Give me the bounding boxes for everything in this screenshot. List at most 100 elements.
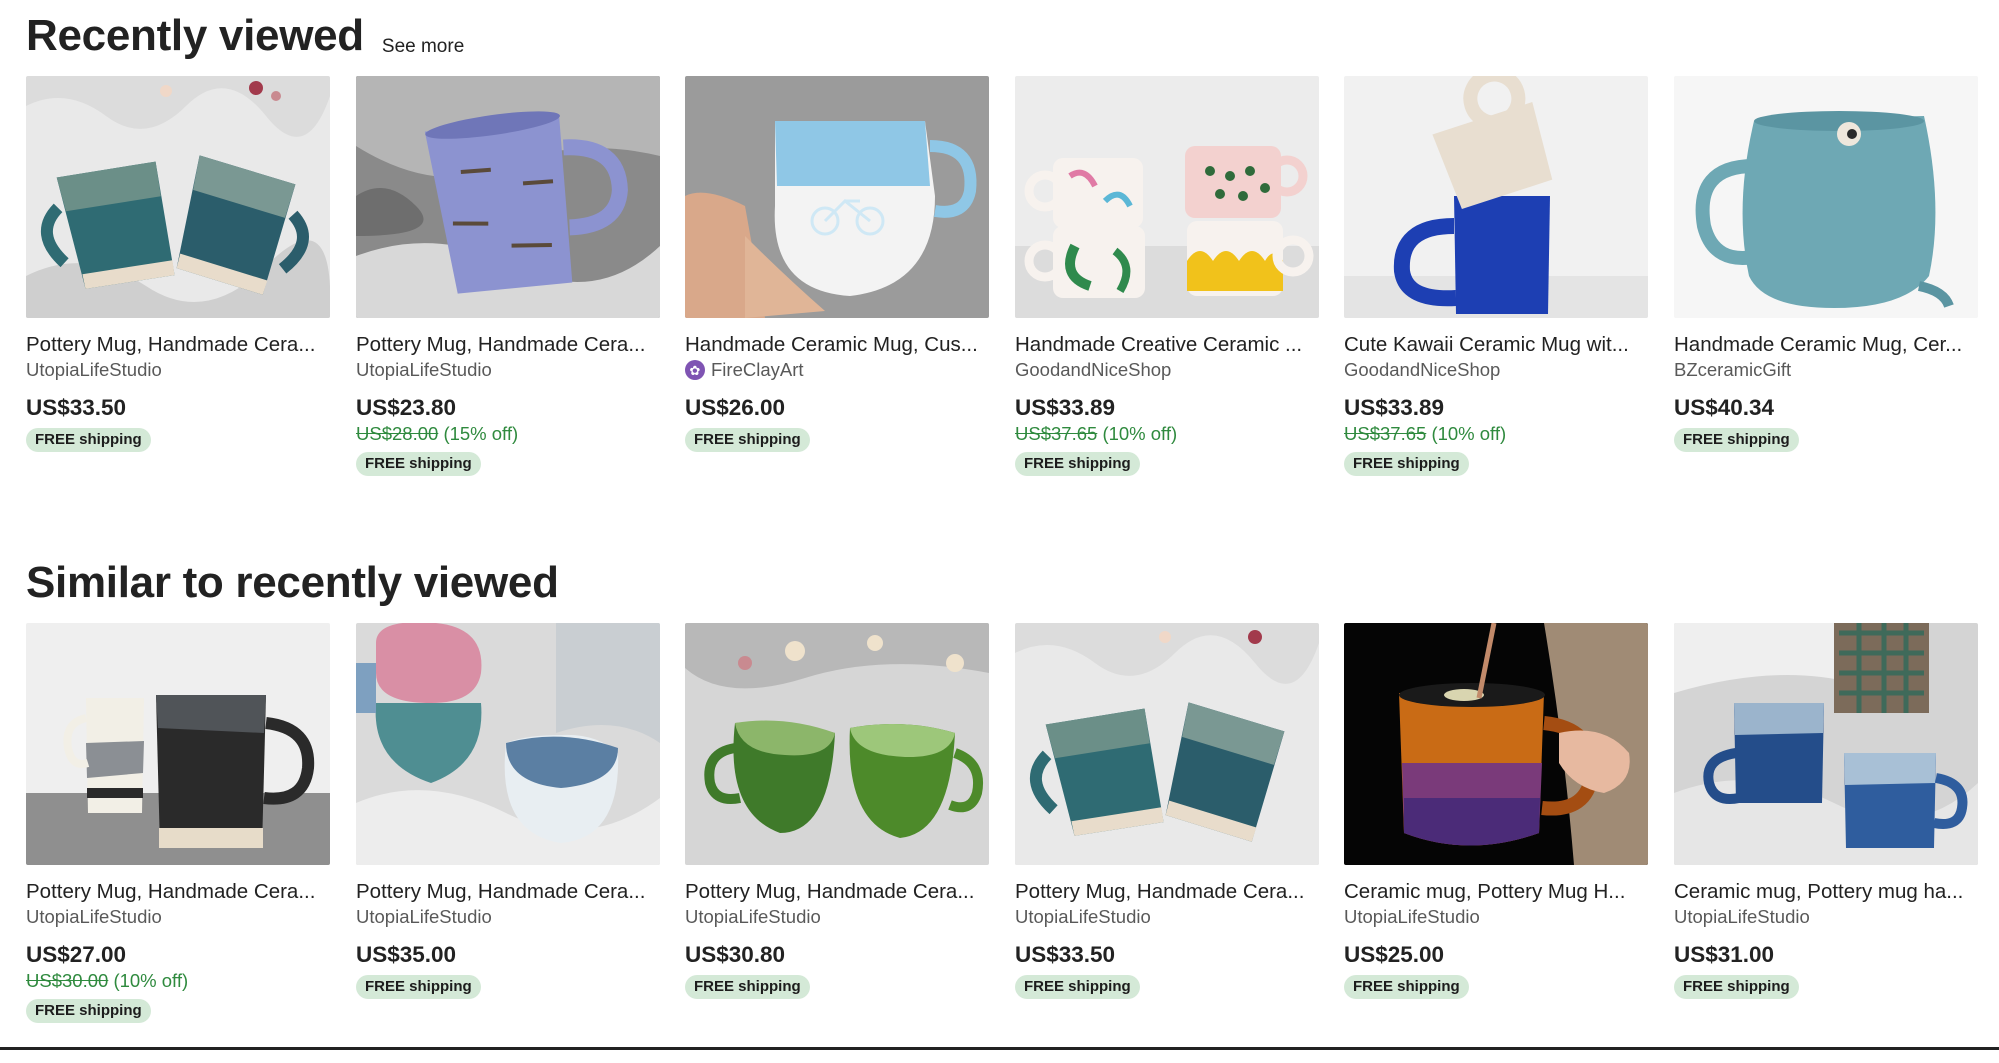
free-shipping-badge: FREE shipping bbox=[1344, 452, 1469, 476]
mug-photo bbox=[685, 76, 989, 318]
product-price: US$27.00 bbox=[26, 942, 127, 967]
recently-viewed-section: Recently viewed See more Pottery Mug, Ha… bbox=[26, 0, 1978, 476]
product-image[interactable] bbox=[26, 76, 330, 318]
mug-photo bbox=[1674, 76, 1978, 318]
product-card[interactable]: Handmade Ceramic Mug, Cer... BZceramicGi… bbox=[1674, 76, 1978, 452]
original-price: US$28.00 bbox=[356, 423, 439, 444]
shop-name-text: UtopiaLifeStudio bbox=[1674, 906, 1810, 927]
shop-name[interactable]: UtopiaLifeStudio bbox=[1015, 905, 1319, 929]
shop-name[interactable]: UtopiaLifeStudio bbox=[356, 905, 660, 929]
free-shipping-badge: FREE shipping bbox=[1674, 975, 1799, 999]
product-card[interactable]: Pottery Mug, Handmade Cera... UtopiaLife… bbox=[1015, 623, 1319, 999]
mug-photo bbox=[356, 76, 660, 318]
mug-photo bbox=[1344, 623, 1648, 865]
shop-name[interactable]: UtopiaLifeStudio bbox=[356, 358, 660, 382]
shop-name-text: UtopiaLifeStudio bbox=[685, 906, 821, 927]
similar-to-recently-viewed-section: Similar to recently viewed Pottery Mug, … bbox=[26, 547, 1978, 1023]
product-title[interactable]: Pottery Mug, Handmade Cera... bbox=[1015, 879, 1319, 905]
product-price: US$33.50 bbox=[26, 395, 127, 420]
discount-label: (10% off) bbox=[113, 970, 189, 991]
product-grid: Pottery Mug, Handmade Cera... UtopiaLife… bbox=[26, 623, 1978, 1063]
free-shipping-badge: FREE shipping bbox=[1344, 975, 1469, 999]
original-price-row: US$30.00 (10% off) bbox=[26, 969, 330, 993]
mug-photo bbox=[1344, 76, 1648, 318]
product-image[interactable] bbox=[26, 623, 330, 865]
product-card[interactable]: Handmade Ceramic Mug, Cus... ✿ FireClayA… bbox=[685, 76, 989, 452]
product-price: US$31.00 bbox=[1674, 942, 1775, 967]
product-card[interactable]: Pottery Mug, Handmade Cera... UtopiaLife… bbox=[26, 623, 330, 1023]
product-image[interactable] bbox=[685, 623, 989, 865]
shop-name[interactable]: UtopiaLifeStudio bbox=[1344, 905, 1648, 929]
product-image[interactable] bbox=[1674, 623, 1978, 865]
discount-label: (10% off) bbox=[1102, 423, 1178, 444]
product-price: US$33.50 bbox=[1015, 942, 1116, 967]
product-card[interactable]: Pottery Mug, Handmade Cera... UtopiaLife… bbox=[356, 76, 660, 476]
shop-name[interactable]: ✿ FireClayArt bbox=[685, 358, 989, 382]
shop-name[interactable]: UtopiaLifeStudio bbox=[1674, 905, 1978, 929]
free-shipping-badge: FREE shipping bbox=[685, 975, 810, 999]
shop-name[interactable]: UtopiaLifeStudio bbox=[685, 905, 989, 929]
shop-name-text: UtopiaLifeStudio bbox=[26, 359, 162, 380]
free-shipping-badge: FREE shipping bbox=[26, 428, 151, 452]
shop-name-text: UtopiaLifeStudio bbox=[356, 359, 492, 380]
product-image[interactable] bbox=[685, 76, 989, 318]
product-card[interactable]: Pottery Mug, Handmade Cera... UtopiaLife… bbox=[356, 623, 660, 999]
product-price: US$26.00 bbox=[685, 395, 786, 420]
product-card[interactable]: Cute Kawaii Ceramic Mug wit... GoodandNi… bbox=[1344, 76, 1648, 476]
mug-photo bbox=[1015, 76, 1319, 318]
product-card[interactable]: Ceramic mug, Pottery Mug H... UtopiaLife… bbox=[1344, 623, 1648, 999]
product-title[interactable]: Pottery Mug, Handmade Cera... bbox=[26, 879, 330, 905]
product-title[interactable]: Pottery Mug, Handmade Cera... bbox=[356, 879, 660, 905]
product-title[interactable]: Handmade Ceramic Mug, Cus... bbox=[685, 332, 989, 358]
original-price: US$37.65 bbox=[1344, 423, 1427, 444]
product-title[interactable]: Handmade Ceramic Mug, Cer... bbox=[1674, 332, 1978, 358]
shop-name-text: GoodandNiceShop bbox=[1015, 359, 1172, 380]
free-shipping-badge: FREE shipping bbox=[685, 428, 810, 452]
product-image[interactable] bbox=[1015, 623, 1319, 865]
product-title[interactable]: Pottery Mug, Handmade Cera... bbox=[356, 332, 660, 358]
shop-name[interactable]: GoodandNiceShop bbox=[1344, 358, 1648, 382]
product-card[interactable]: Handmade Creative Ceramic ... GoodandNic… bbox=[1015, 76, 1319, 476]
original-price-row: US$37.65 (10% off) bbox=[1344, 422, 1648, 446]
shop-name[interactable]: BZceramicGift bbox=[1674, 358, 1978, 382]
product-title[interactable]: Handmade Creative Ceramic ... bbox=[1015, 332, 1319, 358]
product-image[interactable] bbox=[356, 76, 660, 318]
product-title[interactable]: Cute Kawaii Ceramic Mug wit... bbox=[1344, 332, 1648, 358]
shop-name[interactable]: UtopiaLifeStudio bbox=[26, 905, 330, 929]
free-shipping-badge: FREE shipping bbox=[356, 975, 481, 999]
mug-photo bbox=[1674, 623, 1978, 865]
product-card[interactable]: Ceramic mug, Pottery mug ha... UtopiaLif… bbox=[1674, 623, 1978, 999]
product-image[interactable] bbox=[1015, 76, 1319, 318]
product-image[interactable] bbox=[1674, 76, 1978, 318]
star-seller-icon: ✿ bbox=[685, 360, 705, 380]
product-price: US$23.80 bbox=[356, 395, 457, 420]
original-price: US$37.65 bbox=[1015, 423, 1098, 444]
original-price-row: US$37.65 (10% off) bbox=[1015, 422, 1319, 446]
product-card[interactable]: Pottery Mug, Handmade Cera... UtopiaLife… bbox=[26, 76, 330, 452]
mug-photo bbox=[685, 623, 989, 865]
product-title[interactable]: Ceramic mug, Pottery Mug H... bbox=[1344, 879, 1648, 905]
product-image[interactable] bbox=[1344, 76, 1648, 318]
product-image[interactable] bbox=[356, 623, 660, 865]
free-shipping-badge: FREE shipping bbox=[1674, 428, 1799, 452]
discount-label: (10% off) bbox=[1431, 423, 1507, 444]
shop-name-text: BZceramicGift bbox=[1674, 359, 1792, 380]
product-price: US$35.00 bbox=[356, 942, 457, 967]
original-price-row: US$28.00 (15% off) bbox=[356, 422, 660, 446]
shop-name-text: UtopiaLifeStudio bbox=[356, 906, 492, 927]
free-shipping-badge: FREE shipping bbox=[356, 452, 481, 476]
see-more-link[interactable]: See more bbox=[382, 36, 464, 58]
shop-name[interactable]: UtopiaLifeStudio bbox=[26, 358, 330, 382]
shop-name[interactable]: GoodandNiceShop bbox=[1015, 358, 1319, 382]
product-price: US$33.89 bbox=[1015, 395, 1116, 420]
original-price: US$30.00 bbox=[26, 970, 109, 991]
discount-label: (15% off) bbox=[443, 423, 519, 444]
section-header: Recently viewed See more bbox=[26, 0, 1978, 72]
shop-name-text: UtopiaLifeStudio bbox=[1015, 906, 1151, 927]
product-card[interactable]: Pottery Mug, Handmade Cera... UtopiaLife… bbox=[685, 623, 989, 999]
product-title[interactable]: Ceramic mug, Pottery mug ha... bbox=[1674, 879, 1978, 905]
product-title[interactable]: Pottery Mug, Handmade Cera... bbox=[685, 879, 989, 905]
shop-name-text: UtopiaLifeStudio bbox=[1344, 906, 1480, 927]
product-title[interactable]: Pottery Mug, Handmade Cera... bbox=[26, 332, 330, 358]
product-image[interactable] bbox=[1344, 623, 1648, 865]
